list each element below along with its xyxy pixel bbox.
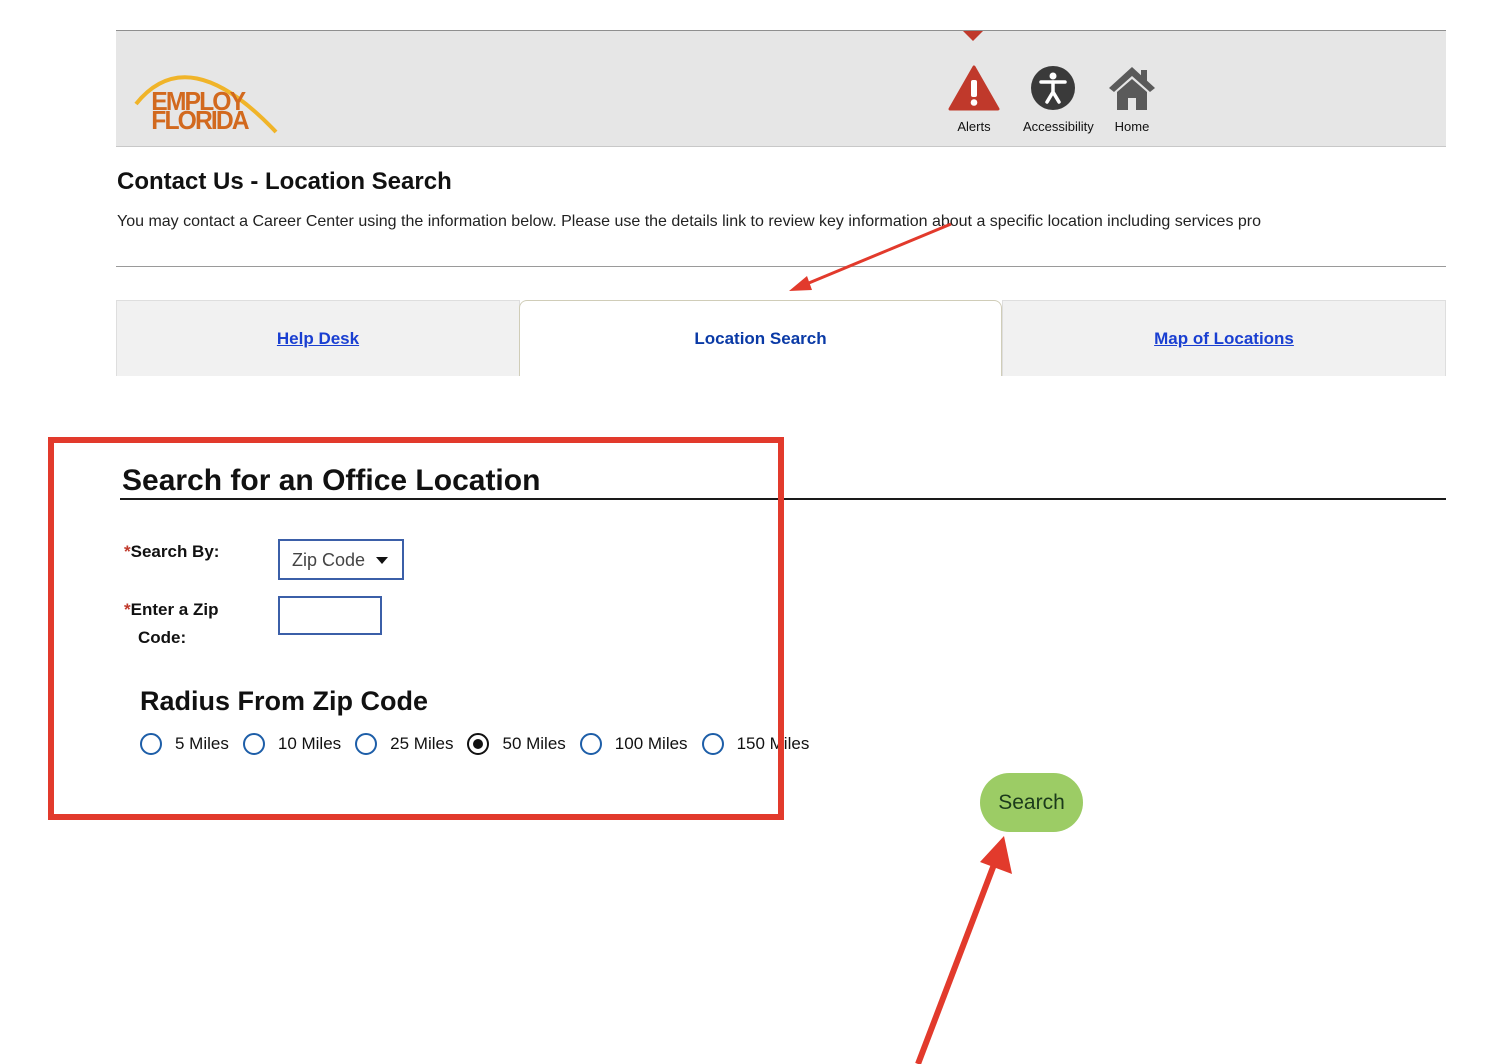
tab-location-search[interactable]: Location Search <box>519 300 1002 376</box>
alert-triangle-icon <box>948 65 1000 111</box>
home-label: Home <box>1114 119 1150 134</box>
radio-label: 100 Miles <box>614 734 688 753</box>
tab-help-desk[interactable]: Help Desk <box>116 300 520 376</box>
annotation-arrow-search <box>915 836 1012 1064</box>
required-mark: * <box>124 600 131 619</box>
radio-label: 10 Miles <box>277 734 342 753</box>
annotation-arrow-tab <box>789 222 952 291</box>
radio-10-miles[interactable] <box>242 733 265 755</box>
page-title: Contact Us - Location Search <box>117 168 452 195</box>
search-by-select[interactable]: Zip Code <box>278 539 404 580</box>
tab-help-desk-link[interactable]: Help Desk <box>277 329 359 349</box>
zip-label-line2: Code: <box>138 628 187 647</box>
tab-map-of-locations-link[interactable]: Map of Locations <box>1154 329 1294 349</box>
radius-option-150[interactable]: 150 Miles <box>701 733 810 755</box>
site-header <box>116 31 1446 147</box>
zip-label: *Enter a Zip Code: <box>124 596 218 652</box>
radio-5-miles[interactable] <box>140 733 162 755</box>
chevron-down-icon <box>376 557 388 564</box>
accessibility-button[interactable]: Accessibility <box>1023 64 1094 136</box>
logo-text: EMPLOY FLORIDA <box>151 86 249 135</box>
radio-50-miles[interactable] <box>467 733 490 755</box>
radius-options: 5 Miles 10 Miles 25 Miles 50 Miles 100 M… <box>140 731 823 757</box>
radio-25-miles[interactable] <box>355 733 378 755</box>
alerts-button[interactable]: Alerts <box>944 64 1004 136</box>
divider <box>116 266 1446 267</box>
radius-title: Radius From Zip Code <box>140 686 429 716</box>
radius-option-100[interactable]: 100 Miles <box>579 733 688 755</box>
zip-label-line1: Enter a Zip <box>130 600 219 619</box>
home-button[interactable]: Home <box>1102 64 1162 136</box>
tab-map-of-locations[interactable]: Map of Locations <box>1002 300 1446 376</box>
radio-100-miles[interactable] <box>579 733 602 755</box>
radio-label: 150 Miles <box>736 734 810 753</box>
section-title: Search for an Office Location <box>122 464 541 497</box>
search-by-label-text: Search By: <box>130 542 220 561</box>
search-button[interactable]: Search <box>980 773 1083 832</box>
header-notch <box>963 31 983 41</box>
home-icon <box>1109 67 1155 110</box>
annotation-arrows <box>789 222 1012 1064</box>
tab-location-search-label: Location Search <box>694 328 827 348</box>
radio-150-miles[interactable] <box>701 733 724 755</box>
radius-option-10[interactable]: 10 Miles <box>242 733 342 755</box>
radius-option-25[interactable]: 25 Miles <box>355 733 453 755</box>
accessibility-label: Accessibility <box>1023 119 1094 134</box>
employ-florida-logo[interactable]: EMPLOY FLORIDA <box>128 64 278 136</box>
radius-option-50[interactable]: 50 Miles <box>467 733 566 755</box>
radius-option-5[interactable]: 5 Miles <box>140 733 229 755</box>
radio-label: 50 Miles <box>502 734 566 753</box>
radio-label: 5 Miles <box>175 734 229 753</box>
required-mark: * <box>124 542 131 561</box>
search-by-label: *Search By: <box>124 538 219 566</box>
radio-label: 25 Miles <box>390 734 454 753</box>
accessibility-icon <box>1031 66 1075 110</box>
alerts-label: Alerts <box>957 119 991 134</box>
section-rule <box>120 498 1446 500</box>
intro-text: You may contact a Career Center using th… <box>117 213 1262 230</box>
zip-code-input[interactable] <box>278 596 382 635</box>
search-by-value: Zip Code <box>292 550 366 570</box>
